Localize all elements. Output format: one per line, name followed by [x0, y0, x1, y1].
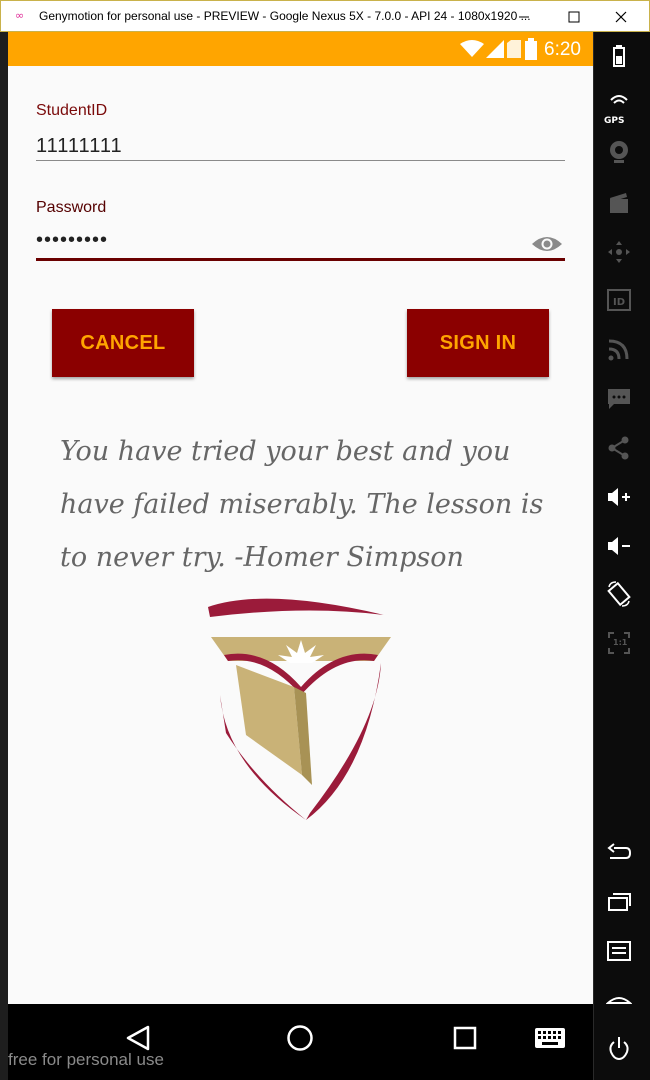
status-time: 6:20: [544, 39, 581, 60]
keyboard-icon[interactable]: [535, 1028, 565, 1048]
password-label: Password: [36, 199, 107, 216]
sms-icon[interactable]: [606, 386, 632, 412]
sim-icon: [507, 40, 521, 58]
password-underline: [36, 258, 565, 261]
gps-label: GPS: [604, 116, 625, 126]
password-input[interactable]: •••••••••: [36, 229, 108, 252]
cancel-button[interactable]: CANCEL: [52, 309, 194, 377]
minimize-icon: [519, 16, 529, 17]
menu-key-icon[interactable]: [606, 938, 632, 964]
student-id-input[interactable]: 11111111: [36, 135, 123, 158]
sign-in-button[interactable]: SIGN IN: [407, 309, 549, 377]
network-icon[interactable]: [606, 337, 632, 363]
volume-up-icon[interactable]: [606, 484, 632, 510]
phone-screen: 6:20 StudentID 11111111 Password •••••••…: [8, 32, 593, 1004]
shield-logo: [208, 598, 391, 820]
quote-text: You have tried your best and you have fa…: [60, 436, 544, 573]
volume-down-icon[interactable]: [606, 533, 632, 559]
battery-icon: [525, 38, 537, 60]
left-border: [0, 32, 8, 1080]
wifi-icon: [460, 40, 484, 57]
power-icon[interactable]: [606, 1035, 632, 1061]
svg-text:ID: ID: [613, 297, 625, 308]
student-id-underline: [36, 160, 565, 161]
student-id-label: StudentID: [36, 102, 108, 119]
watermark-text: free for personal use: [8, 1050, 164, 1069]
close-icon: [615, 11, 627, 22]
webcam-icon[interactable]: [606, 139, 632, 165]
rotate-icon[interactable]: [606, 581, 632, 607]
recents-icon[interactable]: [453, 1026, 477, 1050]
signal-icon: [486, 40, 504, 58]
genymotion-logo-icon: ∞: [15, 9, 25, 22]
eye-icon[interactable]: [530, 233, 564, 255]
back-key-icon[interactable]: [606, 840, 632, 866]
identifier-icon[interactable]: ID: [606, 287, 632, 313]
window-title: Genymotion for personal use - PREVIEW - …: [39, 9, 531, 23]
close-button[interactable]: [598, 1, 644, 32]
window-titlebar: ∞ Genymotion for personal use - PREVIEW …: [0, 0, 650, 32]
dpad-icon[interactable]: [606, 239, 632, 265]
back-icon[interactable]: [124, 1024, 152, 1052]
screencast-icon[interactable]: [606, 190, 632, 216]
status-bar: 6:20: [8, 32, 593, 66]
maximize-button[interactable]: [551, 1, 597, 32]
gps-icon[interactable]: [606, 90, 632, 116]
ratio-label: 1:1: [613, 638, 628, 647]
minimize-button[interactable]: [501, 1, 547, 32]
home-icon[interactable]: [286, 1024, 314, 1052]
home-key-icon[interactable]: [606, 987, 632, 1013]
battery-widget-icon[interactable]: [606, 42, 632, 68]
recent-apps-key-icon[interactable]: [606, 889, 632, 915]
share-icon[interactable]: [606, 435, 632, 461]
emulator-toolbar: GPS ID 1:1: [593, 32, 650, 1080]
maximize-icon: [568, 11, 580, 22]
